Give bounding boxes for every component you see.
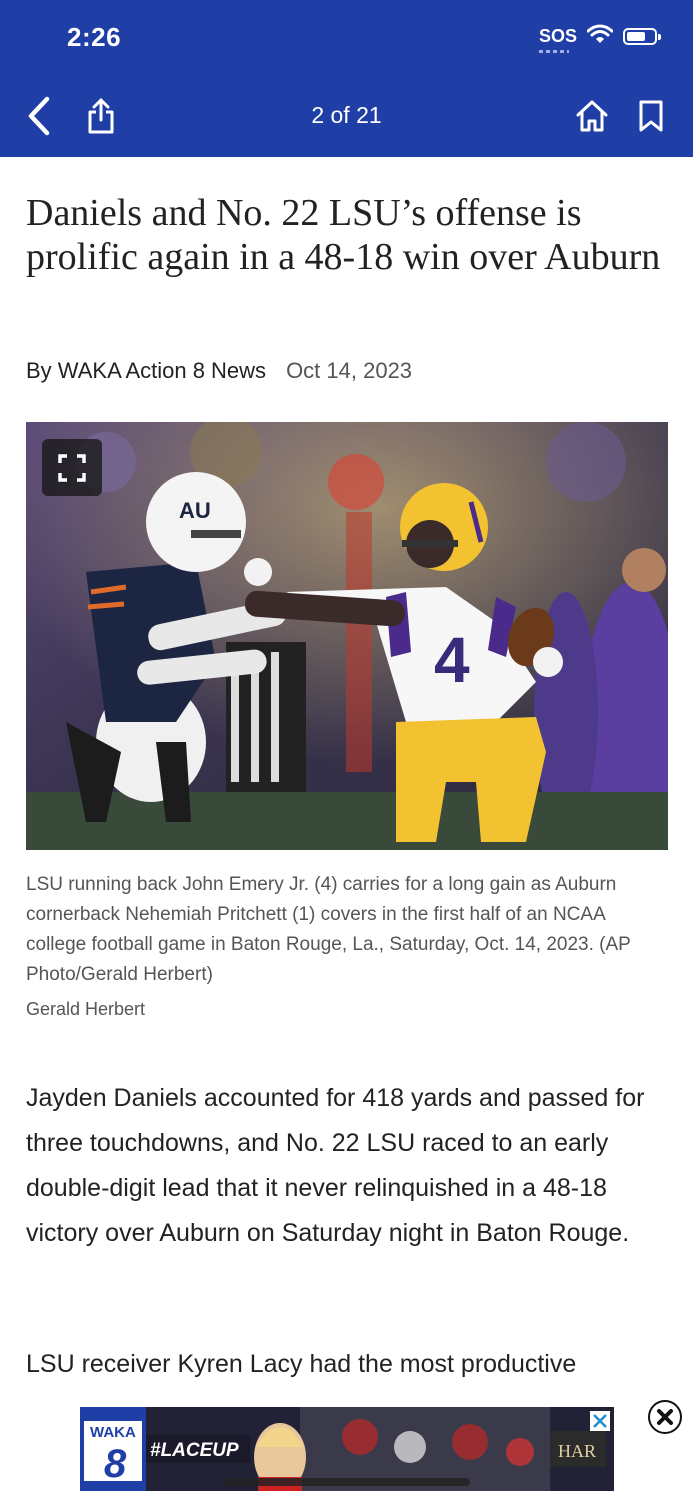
football-photo: AU 4 [26, 422, 668, 850]
photo-caption: LSU running back John Emery Jr. (4) carr… [26, 874, 631, 985]
publish-date: Oct 14, 2023 [286, 358, 413, 383]
home-indicator[interactable] [223, 1478, 470, 1486]
close-icon [657, 1409, 673, 1425]
photo-credit: Gerald Herbert [26, 999, 146, 1019]
svg-text:AU: AU [179, 498, 211, 523]
sos-indicator: SOS [538, 26, 577, 53]
svg-text:4: 4 [434, 624, 470, 696]
svg-text:HAR: HAR [558, 1441, 596, 1461]
home-icon [576, 100, 608, 132]
svg-text:#LACEUP: #LACEUP [150, 1440, 239, 1461]
home-button[interactable] [574, 97, 610, 135]
wifi-icon [586, 24, 614, 49]
svg-text:WAKA: WAKA [90, 1424, 136, 1441]
bookmark-button[interactable] [634, 97, 668, 135]
article-paragraph: Jayden Daniels accounted for 418 yards a… [26, 1084, 645, 1247]
status-time: 2:26 [67, 22, 122, 52]
expand-photo-button[interactable] [42, 439, 102, 496]
svg-text:8: 8 [104, 1442, 127, 1486]
app-header: 2:26 SOS 2 of 21 [0, 0, 693, 157]
article-headline: Daniels and No. 22 LSU’s offense is prol… [26, 192, 661, 278]
byline: By WAKA Action 8 News Oct 14, 2023 [26, 358, 412, 384]
close-ad-button[interactable] [648, 1400, 682, 1434]
fullscreen-icon [58, 453, 86, 482]
battery-icon [623, 28, 661, 45]
article-paragraph: LSU receiver Kyren Lacy had the most pro… [26, 1350, 577, 1378]
bookmark-icon [639, 100, 663, 132]
article-photo[interactable]: AU 4 [26, 422, 668, 850]
status-icons: SOS [538, 24, 661, 53]
author: By WAKA Action 8 News [26, 358, 267, 383]
